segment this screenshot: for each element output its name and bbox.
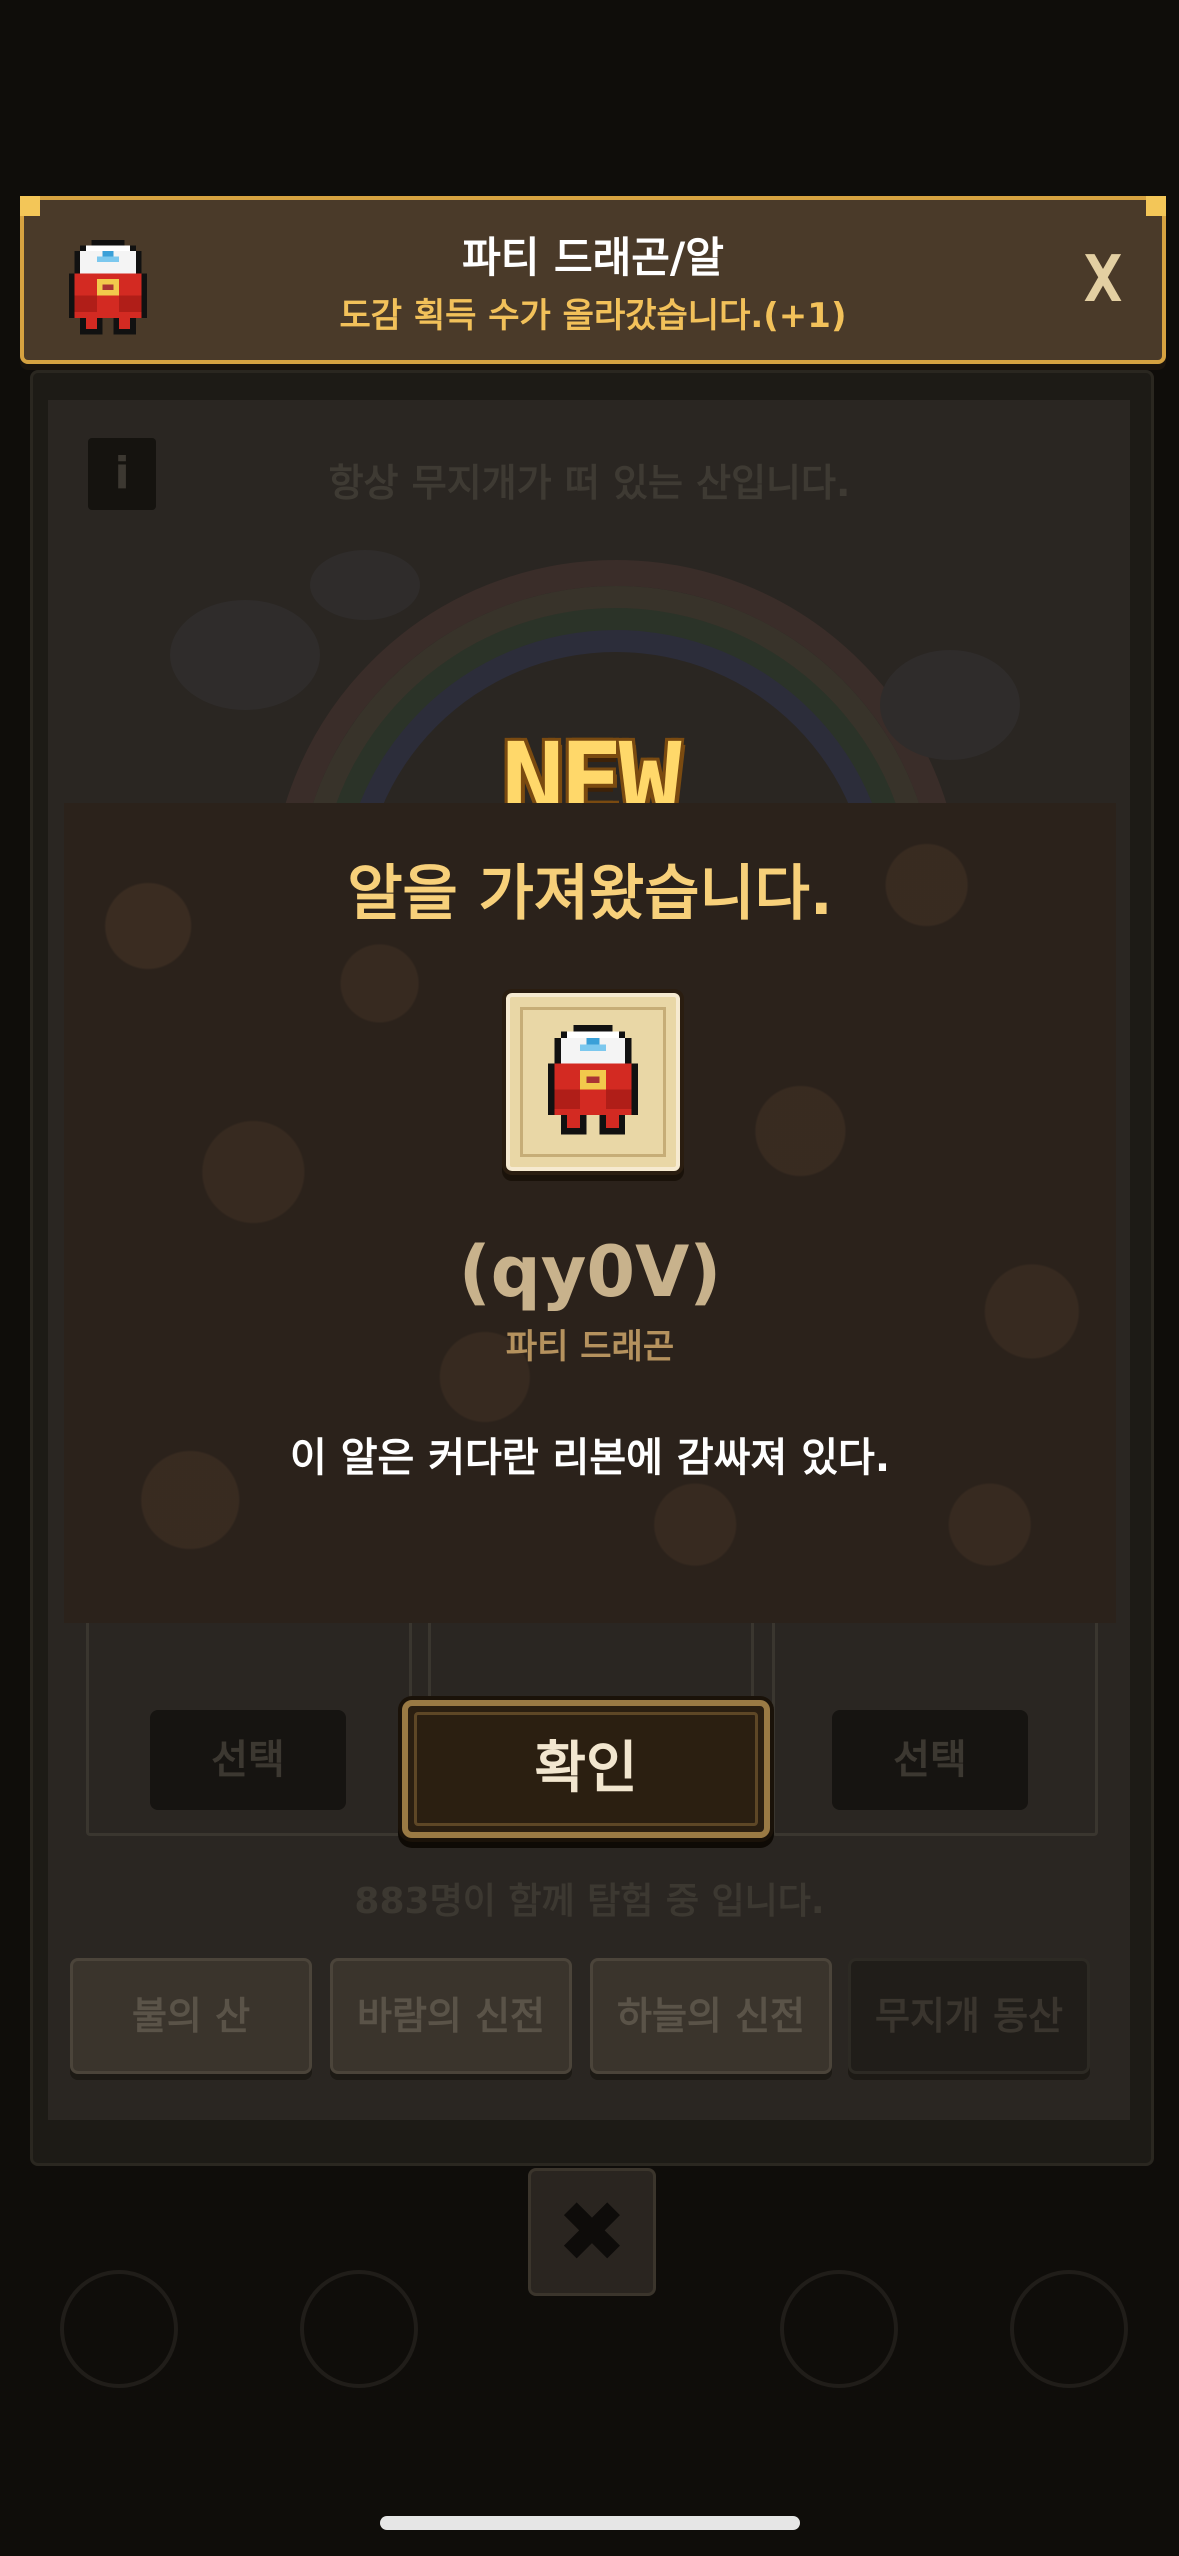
cloud-decoration — [310, 550, 420, 620]
nav-icon[interactable] — [1010, 2270, 1128, 2388]
tab-rainbow-hill[interactable]: 무지개 동산 — [848, 1958, 1090, 2074]
participant-count: 883명이 함께 탐험 중 입니다. — [354, 1881, 825, 1922]
map-description: 항상 무지개가 떠 있는 산입니다. — [328, 461, 851, 505]
egg-description: 이 알은 커다란 리본에 감싸져 있다. — [289, 1435, 891, 1481]
close-x-icon[interactable]: ✖ — [528, 2168, 656, 2296]
egg-type: 파티 드래곤 — [505, 1327, 675, 1367]
dragon-egg-icon — [547, 1025, 639, 1135]
confirm-button[interactable]: 확인 — [402, 1700, 770, 1838]
select-button[interactable]: 선택 — [150, 1710, 346, 1810]
tab-sky-temple[interactable]: 하늘의 신전 — [590, 1958, 832, 2074]
banner-subtitle: 도감 획득 수가 올라갔습니다.(+1) — [339, 296, 847, 336]
banner-title: 파티 드래곤/알 — [462, 233, 724, 282]
tab-wind-temple[interactable]: 바람의 신전 — [330, 1958, 572, 2074]
collection-notification-banner: 파티 드래곤/알 도감 획득 수가 올라갔습니다.(+1) X — [20, 196, 1166, 364]
nav-icon[interactable] — [60, 2270, 178, 2388]
popup-title: 알을 가져왔습니다. — [347, 859, 833, 929]
cloud-decoration — [170, 600, 320, 710]
egg-code: (qy0V) — [458, 1231, 722, 1313]
banner-close-button[interactable]: X — [1068, 240, 1138, 320]
home-indicator[interactable] — [380, 2516, 800, 2530]
tab-fire-mountain[interactable]: 불의 산 — [70, 1958, 312, 2074]
nav-icon[interactable] — [300, 2270, 418, 2388]
egg-acquired-popup: 알을 가져왔습니다. (qy0V) 파티 드래곤 이 알은 커다란 리본에 감싸… — [64, 803, 1116, 1623]
egg-card — [506, 993, 680, 1171]
nav-icon[interactable] — [780, 2270, 898, 2388]
select-button[interactable]: 선택 — [832, 1710, 1028, 1810]
